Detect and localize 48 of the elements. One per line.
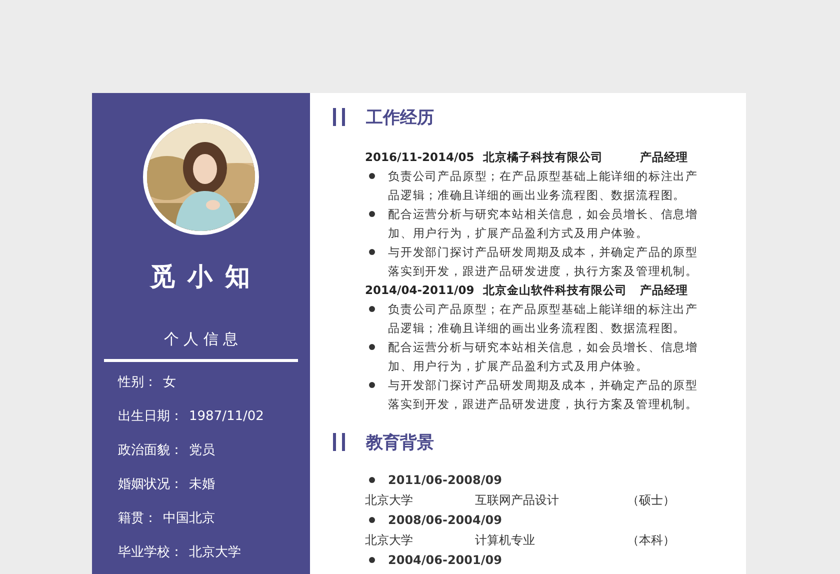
info-label: 毕业学校： (118, 545, 183, 560)
duty-text: 与开发部门探讨产品研发周期及成本，并确定产品的原型落实到开发，跟进产品研发进度，执行方案及管理机制。 (388, 244, 699, 280)
info-value: 北京大学 (189, 545, 241, 560)
job-period: 2014/04-2011/09 (365, 282, 476, 299)
company-name: 北京金山软件科技有限公司 (483, 282, 628, 299)
info-value: 未婚 (189, 477, 215, 492)
education-period: 2011/06-2008/09 (388, 472, 502, 489)
duty-text: 与开发部门探讨产品研发周期及成本，并确定产品的原型落实到开发，跟进产品研发进度，执行方案及管理机制。 (388, 377, 699, 413)
section-heading: 教育背景 (366, 432, 434, 454)
info-label: 出生日期： (118, 409, 183, 424)
company-name: 北京橘子科技有限公司 (483, 149, 604, 166)
bullet-icon (369, 557, 375, 563)
bullet-icon (369, 477, 375, 483)
bullet-icon (369, 211, 375, 217)
degree-text: （硕士） (627, 492, 675, 509)
job-period: 2016/11-2014/05 (365, 149, 476, 166)
duty-text: 配合运营分析与研究本站相关信息，如会员增长、信息增加、用户行为，扩展产品盈利方式及用户体验。 (388, 206, 699, 242)
section-title: 个 人 信 息 (164, 329, 238, 349)
job-title: 产品经理 (640, 282, 688, 299)
info-value: 1987/11/02 (189, 409, 264, 424)
degree-text: （本科） (627, 532, 675, 549)
info-value: 女 (163, 375, 176, 390)
heading-bars-icon (333, 108, 345, 126)
bullet-icon (369, 173, 375, 179)
bullet-icon (369, 344, 375, 350)
duty-text: 负责公司产品原型；在产品原型基础上能详细的标注出产品逻辑；准确且详细的画出业务流程图、数据流程图。 (388, 168, 699, 204)
info-value: 党员 (189, 443, 215, 458)
education-period: 2004/06-2001/09 (388, 552, 502, 569)
duty-text: 负责公司产品原型；在产品原型基础上能详细的标注出产品逻辑；准确且详细的画出业务流程图、数据流程图。 (388, 301, 699, 337)
school-name: 北京大学 (365, 532, 414, 549)
heading-bars-icon (333, 433, 345, 451)
bullet-icon (369, 382, 375, 388)
info-label: 政治面貌： (118, 443, 183, 458)
bullet-icon (369, 306, 375, 312)
info-label: 籍贯： (118, 511, 157, 526)
bullet-icon (369, 249, 375, 255)
education-period: 2008/06-2004/09 (388, 512, 502, 529)
major-name: 计算机专业 (475, 532, 536, 549)
job-title: 产品经理 (640, 149, 688, 166)
info-value: 中国北京 (163, 511, 215, 526)
duty-text: 配合运营分析与研究本站相关信息，如会员增长、信息增加、用户行为，扩展产品盈利方式及用户体验。 (388, 339, 699, 375)
bullet-icon (369, 517, 375, 523)
info-label: 婚姻状况： (118, 477, 183, 492)
school-name: 北京大学 (365, 492, 414, 509)
info-label: 性别： (118, 375, 157, 390)
section-heading: 工作经历 (366, 106, 434, 128)
person-name: 觅 小 知 (150, 261, 252, 293)
major-name: 互联网产品设计 (475, 492, 560, 509)
